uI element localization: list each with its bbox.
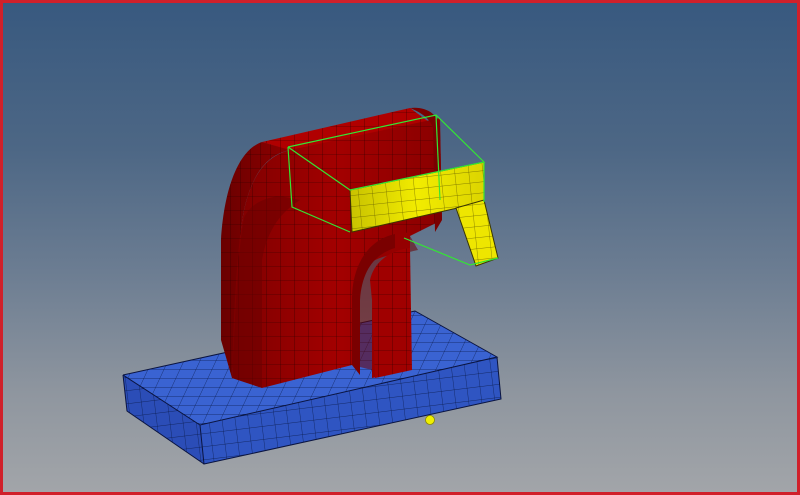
graphics-viewport[interactable]: [0, 0, 800, 495]
node-marker[interactable]: [425, 415, 435, 425]
model-scene[interactable]: [0, 0, 800, 495]
